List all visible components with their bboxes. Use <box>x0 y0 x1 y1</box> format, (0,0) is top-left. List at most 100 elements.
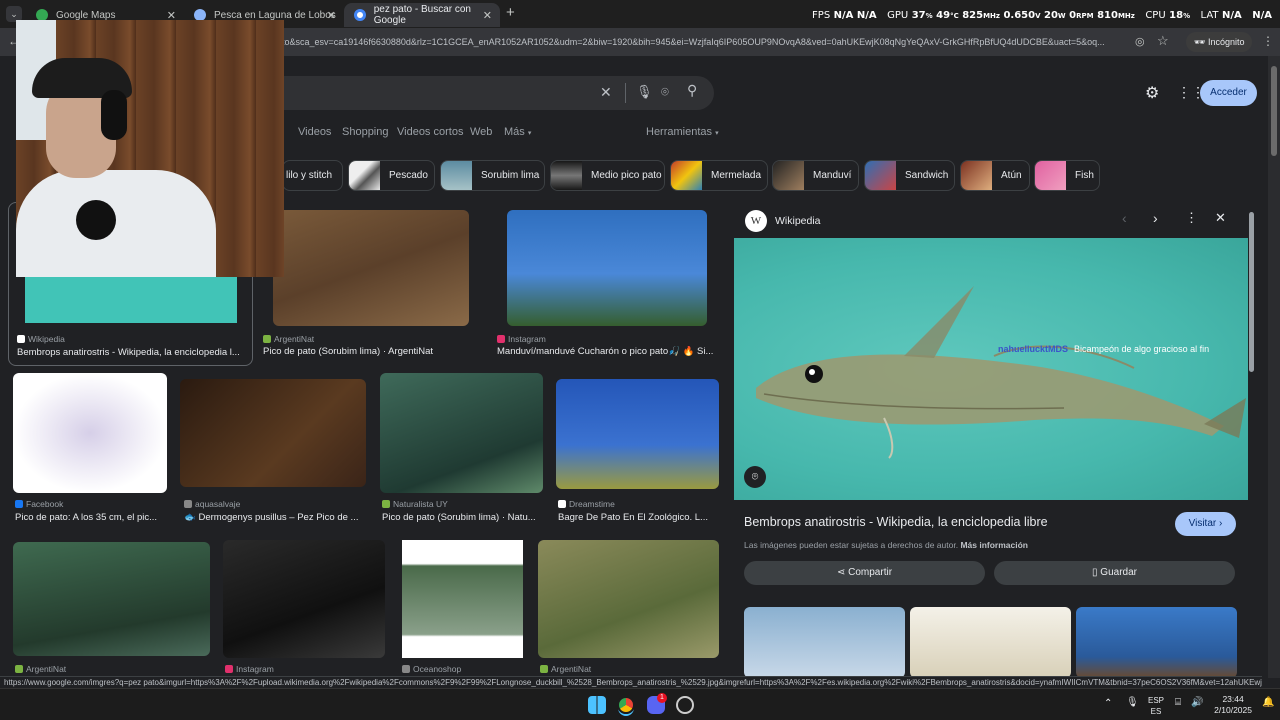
chip-thumbnail <box>865 161 896 190</box>
more-options-icon[interactable]: ⋮ <box>1185 210 1198 226</box>
wikipedia-w-icon <box>17 335 25 343</box>
bookmark-star-icon[interactable]: ☆ <box>1157 33 1169 49</box>
result-card[interactable]: Instagram Manduví/manduvé Cucharón o pic… <box>497 208 723 368</box>
result-card[interactable]: aquasalvaje 🐟 Dermogenys pusillus – Pez … <box>180 373 370 529</box>
preview-image[interactable]: nahuellucktMDS Bicampeón de algo gracios… <box>734 238 1248 500</box>
search-box[interactable]: ✕ 🎙 ⌾ ⚲ <box>240 76 714 110</box>
clear-search-icon[interactable]: ✕ <box>600 84 612 101</box>
microphone <box>76 200 116 240</box>
nav-tab-shopping[interactable]: Shopping <box>342 126 389 138</box>
caret-down-icon: ▾ <box>715 130 719 137</box>
close-tab-icon[interactable]: ✕ <box>483 9 492 22</box>
tab-pez-pato[interactable]: pez pato - Buscar con Google ✕ <box>344 3 500 27</box>
eye-off-icon[interactable]: ◎ <box>1135 35 1145 48</box>
app-icon[interactable] <box>676 696 694 714</box>
chip-thumbnail <box>1035 161 1066 190</box>
scrollbar-thumb[interactable] <box>1271 66 1277 156</box>
nav-tab-videos[interactable]: Videos <box>298 126 331 138</box>
result-card[interactable]: Facebook Pico de pato: A los 35 cm, el p… <box>13 373 173 529</box>
bookmark-icon: ▯ <box>1092 567 1098 578</box>
image-preview-panel: W Wikipedia ‹ › ⋮ ✕ nahuellucktMDS Bicam… <box>734 202 1248 678</box>
panel-title[interactable]: Bembrops anatirostris - Wikipedia, la en… <box>744 515 1048 529</box>
chip-manduvi[interactable]: Manduví <box>772 160 859 191</box>
nav-tab-web[interactable]: Web <box>470 126 492 138</box>
microphone-icon[interactable]: 🎙 <box>636 84 653 100</box>
search-icon[interactable]: ⚲ <box>687 82 697 99</box>
network-icon[interactable]: ⌸ <box>1175 697 1181 708</box>
instagram-icon <box>497 335 505 343</box>
result-source: ArgentiNat <box>263 334 314 344</box>
new-tab-icon[interactable]: + <box>506 4 515 21</box>
result-card[interactable]: ArgentiNat <box>13 540 213 678</box>
more-info-link[interactable]: Más información <box>960 540 1028 550</box>
google-g-icon <box>354 9 366 21</box>
result-source: ArgentiNat <box>540 664 591 674</box>
tab-title: Pesca en Laguna de Lobos <box>214 9 336 21</box>
result-title: Pico de pato (Sorubim lima) · Natu... <box>382 512 536 523</box>
windows-start-icon[interactable] <box>588 696 606 714</box>
nav-tab-more[interactable]: Más ▾ <box>504 126 531 138</box>
chip-thumbnail <box>671 161 702 190</box>
related-image[interactable] <box>744 607 905 678</box>
result-source: Naturalista UY <box>382 499 448 509</box>
panel-scrollbar[interactable] <box>1249 212 1254 372</box>
chip-fish[interactable]: Fish <box>1034 160 1100 191</box>
close-tab-icon[interactable]: ✕ <box>327 9 336 22</box>
language-indicator[interactable]: ESP ES <box>1148 695 1164 717</box>
watermark-caption: Bicampeón de algo gracioso al fin <box>1074 344 1210 354</box>
related-image[interactable] <box>1076 607 1237 678</box>
page-scrollbar[interactable] <box>1268 56 1280 678</box>
taskbar: 1 ⌃ 🎙 ESP ES ⌸ 🔊 23:44 2/10/2025 🔔 <box>0 688 1280 720</box>
result-source: Facebook <box>15 499 63 509</box>
visit-button[interactable]: Visitar › <box>1175 512 1236 536</box>
browser-menu-icon[interactable]: ⋮ <box>1262 34 1274 48</box>
argentinat-leaf-icon <box>263 335 271 343</box>
address-bar-url[interactable]: to&sca_esv=ca19146f6630880d&rlz=1C1GCEA_… <box>282 32 1132 52</box>
tray-chevron-icon[interactable]: ⌃ <box>1104 698 1112 709</box>
site-icon <box>402 665 410 673</box>
incognito-icon: 🕶 <box>1194 37 1206 47</box>
settings-gear-icon[interactable]: ⚙ <box>1145 83 1159 103</box>
result-source: aquasalvaje <box>184 499 240 509</box>
related-image[interactable] <box>910 607 1071 678</box>
prev-arrow-icon[interactable]: ‹ <box>1122 210 1127 226</box>
sign-in-button[interactable]: Acceder <box>1200 80 1257 106</box>
result-image <box>273 210 469 326</box>
result-card[interactable]: Dreamstime Bagre De Pato En El Zoológico… <box>556 373 721 529</box>
site-icon <box>184 500 192 508</box>
save-button[interactable]: ▯ Guardar <box>994 561 1235 585</box>
chip-atun[interactable]: Atún <box>960 160 1030 191</box>
chip-sorubim-lima[interactable]: Sorubim lima <box>440 160 545 191</box>
result-card[interactable]: ArgentiNat Pico de pato (Sorubim lima) ·… <box>263 208 483 368</box>
notification-badge: 1 <box>657 693 667 703</box>
result-card[interactable]: Oceanoshop <box>400 540 525 678</box>
chevron-right-icon: › <box>1219 518 1223 529</box>
share-button[interactable]: ⋖ Compartir <box>744 561 985 585</box>
result-image <box>402 540 523 658</box>
result-source: Oceanoshop <box>402 664 461 674</box>
close-panel-icon[interactable]: ✕ <box>1215 210 1226 226</box>
volume-icon[interactable]: 🔊 <box>1191 697 1203 708</box>
chip-sandwich[interactable]: Sandwich <box>864 160 955 191</box>
dreamstime-icon <box>558 500 566 508</box>
lens-camera-icon[interactable]: ⌾ <box>661 84 669 100</box>
notifications-bell-icon[interactable]: 🔔 <box>1262 697 1274 708</box>
nav-tab-short-videos[interactable]: Videos cortos <box>397 126 463 138</box>
result-card[interactable]: ArgentiNat <box>538 540 721 678</box>
result-card[interactable]: Instagram <box>223 540 388 678</box>
chip-mermelada[interactable]: Mermelada <box>670 160 768 191</box>
clock[interactable]: 23:44 2/10/2025 <box>1214 694 1252 716</box>
tools-menu[interactable]: Herramientas ▾ <box>646 126 719 138</box>
chip-pescado[interactable]: Pescado <box>348 160 435 191</box>
fish-illustration <box>756 286 1246 459</box>
tray-mic-icon[interactable]: 🎙 <box>1126 697 1139 708</box>
next-arrow-icon[interactable]: › <box>1153 210 1158 226</box>
result-card[interactable]: Naturalista UY Pico de pato (Sorubim lim… <box>380 373 545 529</box>
chip-lilo-stitch[interactable]: lilo y stitch <box>282 160 343 191</box>
lens-search-icon[interactable]: ⌾ <box>744 466 766 488</box>
chrome-icon[interactable] <box>617 696 635 714</box>
chip-medio-pico-pato[interactable]: Medio pico pato <box>550 160 665 191</box>
incognito-badge[interactable]: 🕶 Incógnito <box>1186 32 1253 52</box>
result-title: Manduví/manduvé Cucharón o pico pato🎣 🔥 … <box>497 346 714 357</box>
watermark-user: nahuellucktMDS <box>998 344 1069 354</box>
